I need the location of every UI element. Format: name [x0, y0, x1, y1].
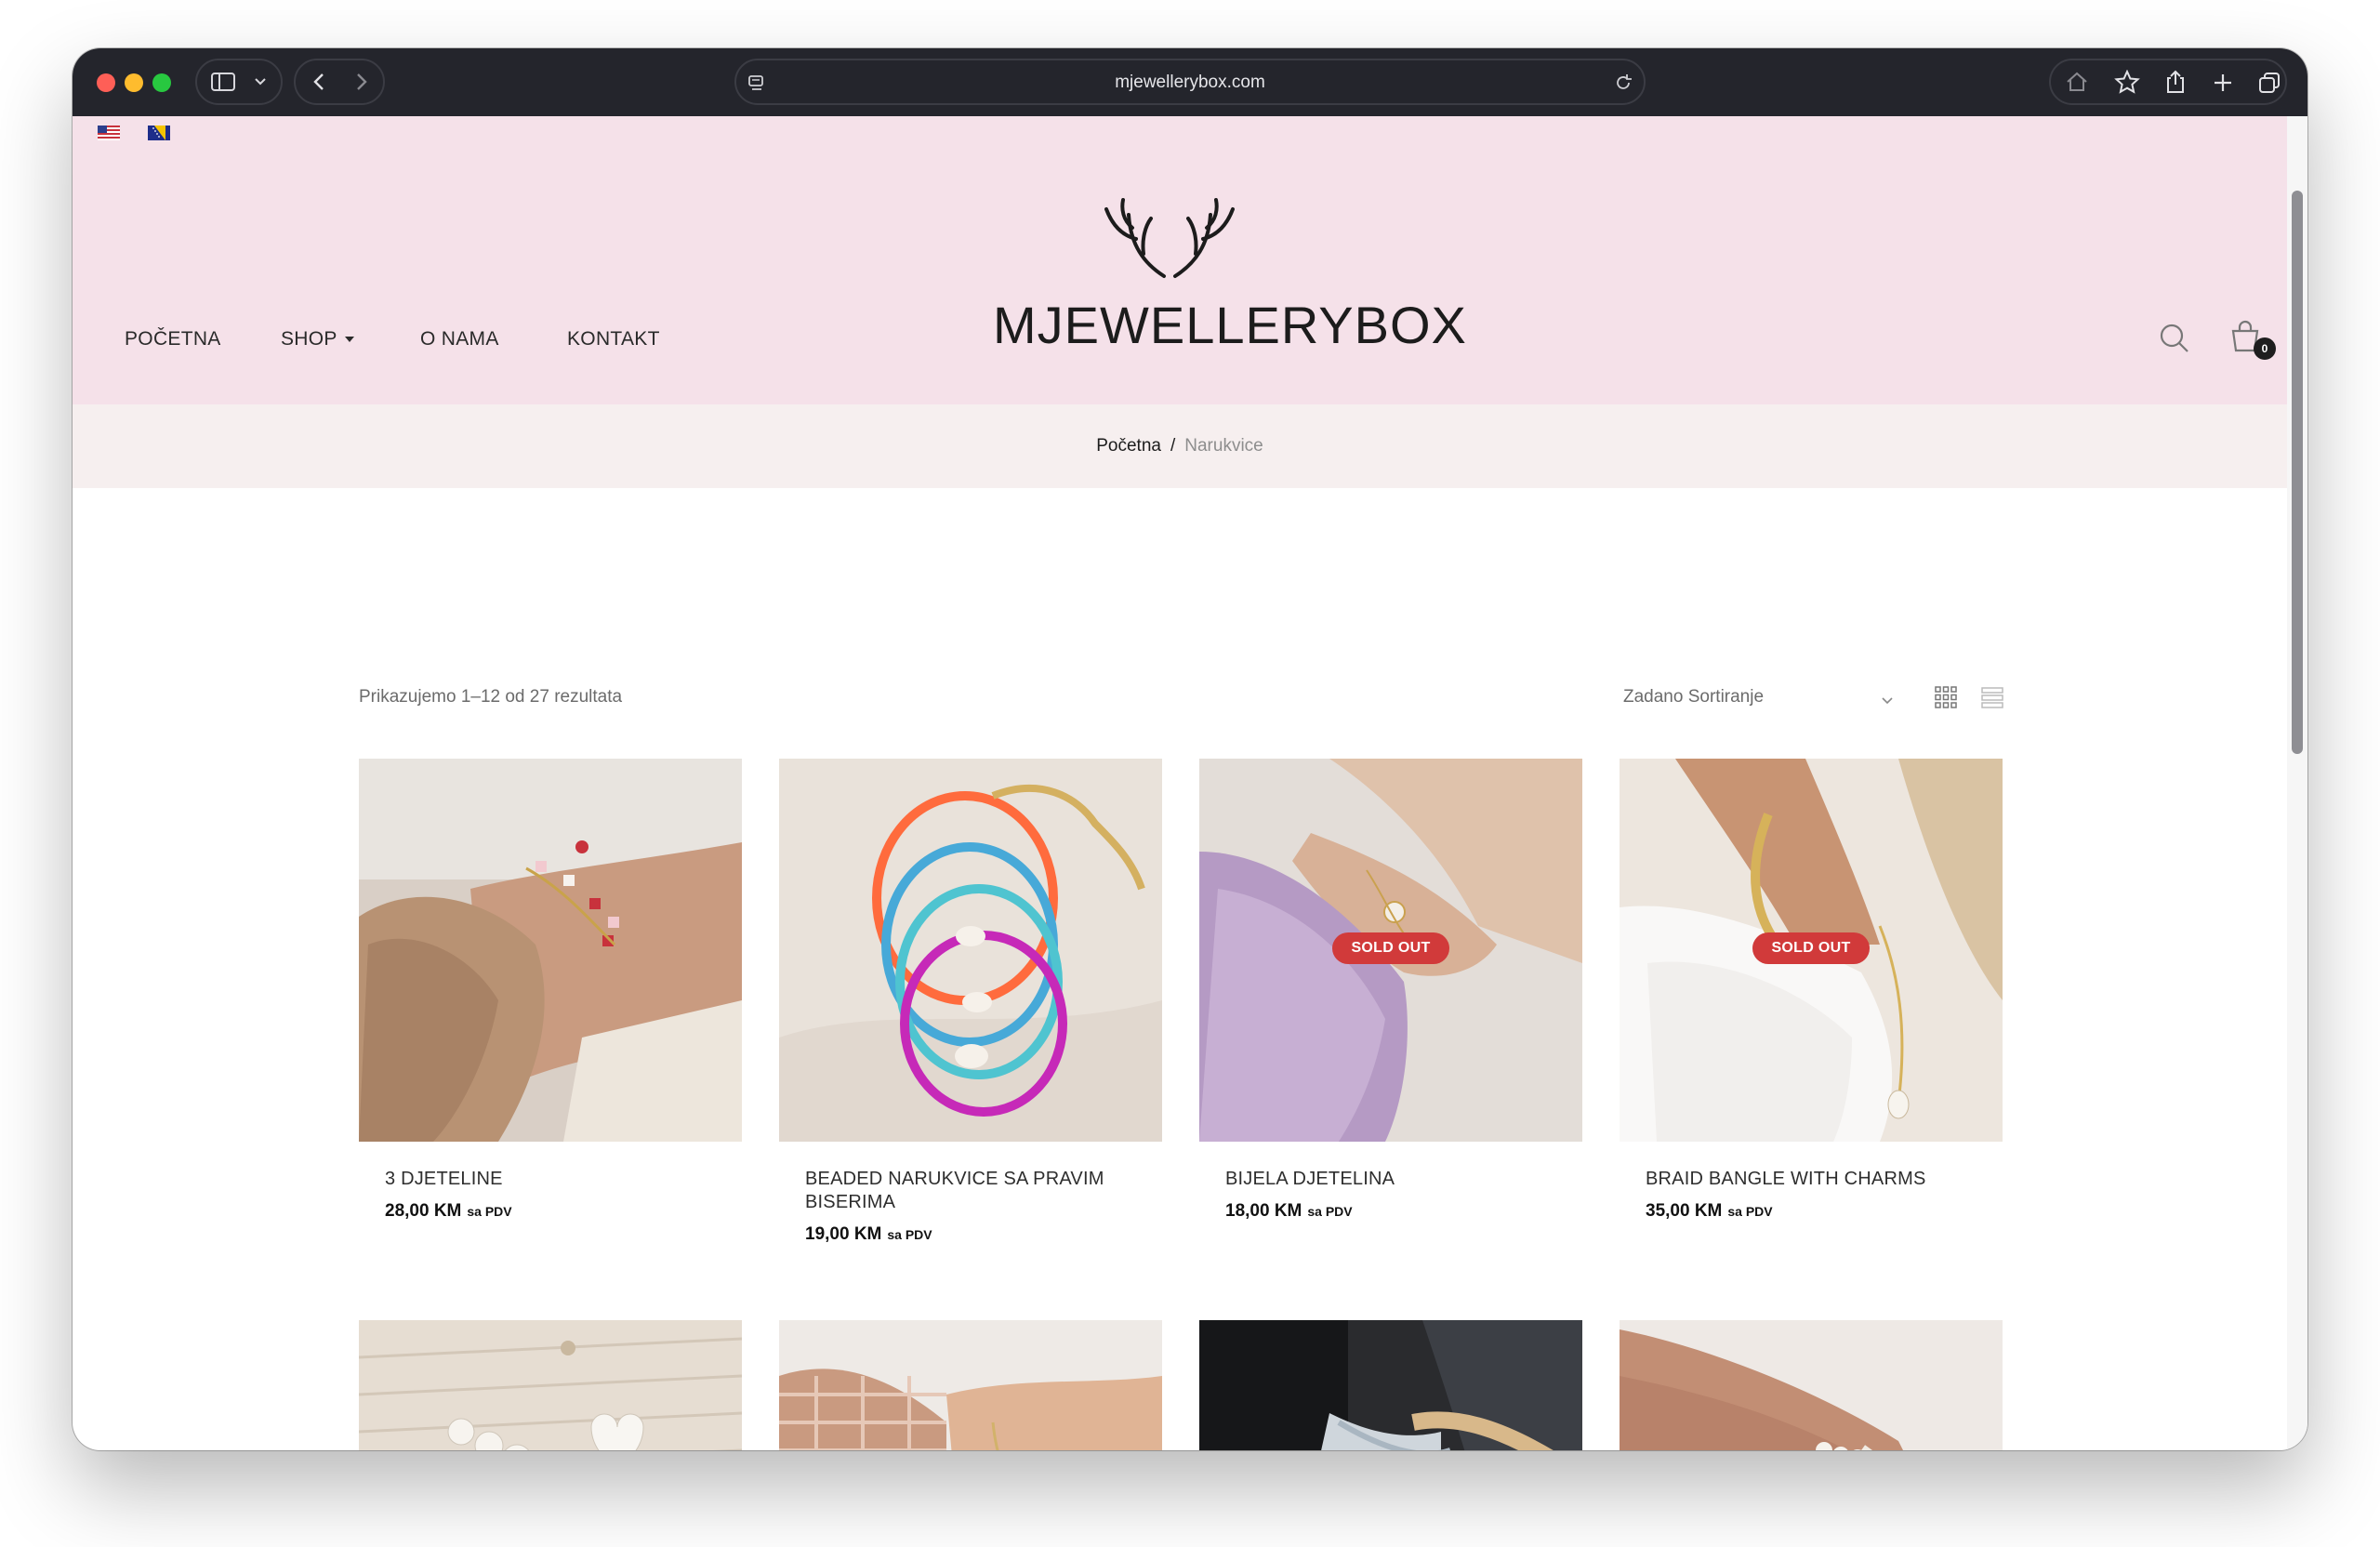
tax-label: sa PDV — [887, 1227, 932, 1242]
home-icon[interactable] — [2064, 71, 2090, 93]
flag-ba-icon[interactable] — [148, 126, 170, 140]
chevron-down-icon[interactable] — [245, 71, 275, 93]
product-card[interactable] — [359, 1320, 742, 1450]
cart-count-badge: 0 — [2254, 337, 2276, 360]
minimize-window-button[interactable] — [125, 73, 143, 92]
browser-toolbar: mjewellerybox.com — [73, 48, 2307, 117]
product-price: 35,00 KM sa PDV — [1646, 1201, 1773, 1222]
page-scrollbar[interactable] — [2287, 116, 2307, 1450]
search-icon[interactable] — [2159, 323, 2190, 354]
breadcrumb: Početna / Narukvice — [73, 404, 2287, 488]
product-image[interactable] — [1620, 1320, 2003, 1450]
product-card[interactable] — [1199, 1320, 1582, 1450]
tax-label: sa PDV — [1307, 1204, 1353, 1219]
caret-down-icon — [344, 337, 354, 343]
browser-window: mjewellerybox.com MJEWELLERYBOX POČETNA … — [73, 48, 2307, 1450]
forward-icon[interactable] — [346, 71, 376, 93]
sold-out-badge: SOLD OUT — [1332, 932, 1449, 964]
tax-label: sa PDV — [467, 1204, 512, 1219]
new-tab-icon[interactable] — [2211, 71, 2235, 95]
product-image[interactable]: SOLD OUT — [1199, 759, 1582, 1142]
list-view-icon[interactable] — [1980, 685, 2004, 709]
product-price: 19,00 KM sa PDV — [805, 1224, 932, 1245]
price-amount: 18,00 KM — [1225, 1201, 1302, 1221]
nav-o-nama[interactable]: O NAMA — [420, 328, 499, 350]
share-icon[interactable] — [2162, 69, 2188, 95]
reload-icon[interactable] — [1612, 72, 1634, 94]
sidebar-icon[interactable] — [208, 71, 238, 93]
breadcrumb-separator: / — [1170, 436, 1176, 456]
sold-out-badge: SOLD OUT — [1752, 932, 1870, 964]
grid-view-icon[interactable] — [1934, 685, 1958, 709]
tab-overview-icon[interactable] — [2257, 71, 2281, 95]
product-image[interactable] — [779, 1320, 1162, 1450]
sidebar-toggle-group — [195, 59, 283, 105]
nav-shop[interactable]: SHOP — [281, 328, 354, 350]
product-image[interactable] — [779, 759, 1162, 1142]
url-text: mjewellerybox.com — [1115, 73, 1265, 92]
product-image[interactable]: SOLD OUT — [1620, 759, 2003, 1142]
logo-wordmark[interactable]: MJEWELLERYBOX — [993, 295, 1466, 355]
product-image[interactable] — [359, 759, 742, 1142]
tax-label: sa PDV — [1727, 1204, 1773, 1219]
sort-select[interactable]: Zadano Sortiranje — [1623, 687, 1902, 707]
flag-us-icon[interactable] — [98, 126, 120, 140]
price-amount: 28,00 KM — [385, 1201, 462, 1221]
product-price: 18,00 KM sa PDV — [1225, 1201, 1353, 1222]
result-count: Prikazujemo 1–12 od 27 rezultata — [359, 687, 623, 707]
breadcrumb-home-link[interactable]: Početna — [1096, 436, 1161, 456]
history-nav-group — [294, 59, 385, 105]
bookmark-star-icon[interactable] — [2114, 70, 2140, 94]
chevron-down-icon[interactable] — [1878, 691, 1897, 709]
product-card[interactable] — [779, 1320, 1162, 1450]
product-title[interactable]: 3 DJETELINE — [385, 1168, 729, 1191]
product-image[interactable] — [1199, 1320, 1582, 1450]
webpage: MJEWELLERYBOX POČETNA SHOP O NAMA KONTAK… — [73, 116, 2287, 1450]
nav-kontakt[interactable]: KONTAKT — [567, 328, 660, 350]
site-header: MJEWELLERYBOX POČETNA SHOP O NAMA KONTAK… — [73, 116, 2287, 404]
nav-shop-label: SHOP — [281, 328, 337, 350]
product-card[interactable] — [1620, 1320, 2003, 1450]
product-title[interactable]: BIJELA DJETELINA — [1225, 1168, 1569, 1191]
product-price: 28,00 KM sa PDV — [385, 1201, 512, 1222]
scrollbar-thumb[interactable] — [2292, 191, 2303, 754]
product-image[interactable] — [359, 1320, 742, 1450]
nav-pocetna[interactable]: POČETNA — [125, 328, 221, 350]
back-icon[interactable] — [305, 71, 335, 93]
antlers-logo-icon[interactable] — [1095, 198, 1244, 282]
breadcrumb-current: Narukvice — [1184, 436, 1263, 456]
zoom-window-button[interactable] — [152, 73, 171, 92]
product-title[interactable]: BEADED NARUKVICE SA PRAVIM BISERIMA — [805, 1168, 1149, 1214]
toolbar-actions-group — [2049, 59, 2287, 105]
product-title[interactable]: BRAID BANGLE WITH CHARMS — [1646, 1168, 1990, 1191]
price-amount: 19,00 KM — [805, 1224, 882, 1244]
close-window-button[interactable] — [97, 73, 115, 92]
address-bar[interactable]: mjewellerybox.com — [734, 59, 1646, 105]
price-amount: 35,00 KM — [1646, 1201, 1723, 1221]
